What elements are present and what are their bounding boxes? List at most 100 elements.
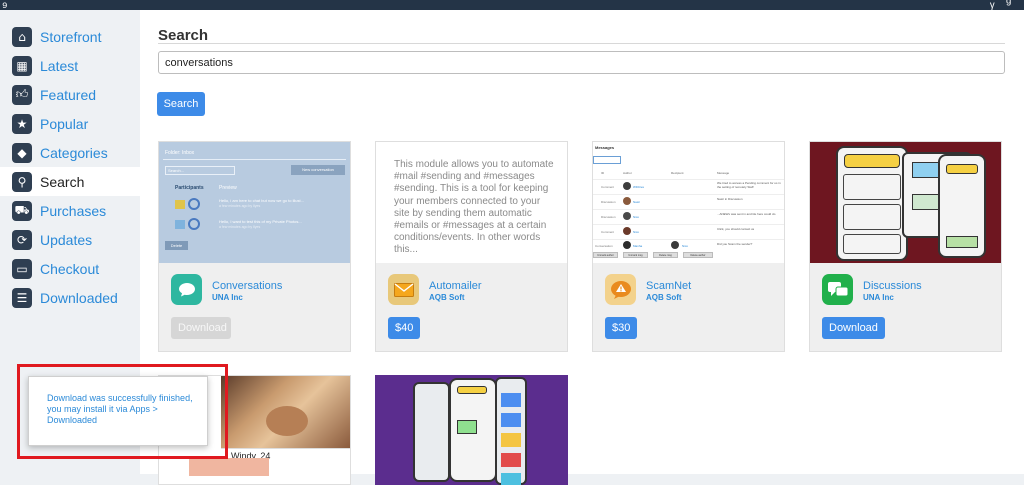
thumb-avatar xyxy=(623,182,631,190)
thumb-cell: Comment xyxy=(601,230,615,234)
app-card-purple[interactable] xyxy=(375,375,568,485)
photo-detail xyxy=(266,406,308,436)
thumb-avatar xyxy=(175,220,185,229)
thumb-delete: Delete xyxy=(165,241,188,250)
thumb-col: Author xyxy=(623,171,632,175)
thumb-search xyxy=(593,156,621,164)
thumb-avatar xyxy=(671,241,679,249)
sidebar-item-label: Checkout xyxy=(40,260,100,277)
chat-bubble-icon xyxy=(171,274,202,305)
app-card-discussions[interactable]: Discussions UNA Inc Download xyxy=(809,141,1002,352)
sidebar-item-latest[interactable]: ▦ Latest xyxy=(0,51,140,80)
credit-card-icon: ▭ xyxy=(12,258,32,279)
phone-block xyxy=(946,236,978,248)
app-vendor[interactable]: UNA Inc xyxy=(212,293,243,302)
row-divider xyxy=(593,179,784,180)
phone-mockup xyxy=(836,146,908,261)
app-name[interactable]: Automailer xyxy=(429,280,482,292)
refresh-icon: ⟳ xyxy=(12,229,32,250)
thumb-cell: ...ANEWs was sent in and tile here could… xyxy=(717,212,776,216)
thumb-cell: Nasir in Discussion xyxy=(717,197,743,201)
phone-header xyxy=(946,164,978,174)
sidebar-item-label: Purchases xyxy=(40,202,107,219)
app-description-panel: This module allows you to automate #mail… xyxy=(376,142,567,263)
sidebar-item-storefront[interactable]: ⌂ Storefront xyxy=(0,22,140,51)
app-screenshot: Folder: Inbox Search... New conversation… xyxy=(159,142,350,263)
thumb-title: Folder: Inbox xyxy=(165,150,195,156)
thumb-cell: Manha xyxy=(633,244,643,248)
thumb-button: Delete author xyxy=(683,252,713,258)
tag-icon: ◆ xyxy=(12,142,32,163)
thumb-cell: Conversation xyxy=(595,244,613,248)
thumb-cell: Nasir xyxy=(633,200,641,204)
phone-tile xyxy=(501,393,521,407)
download-button[interactable]: Download xyxy=(822,317,885,339)
app-vendor[interactable]: AQB Soft xyxy=(646,293,682,302)
price-button[interactable]: $30 xyxy=(605,317,638,339)
thumb-row-text: Hello, i am here to chat but now we go t… xyxy=(219,198,304,203)
thumb-avatar xyxy=(623,227,631,235)
thumb-avatar xyxy=(623,197,631,205)
cart-icon: ⛟ xyxy=(12,200,32,221)
phone-header xyxy=(844,154,900,168)
row-divider xyxy=(593,239,784,240)
thumb-row-meta: a few minutes ago by Ilyes xyxy=(219,225,261,229)
price-button[interactable]: $40 xyxy=(388,317,421,339)
sidebar-item-updates[interactable]: ⟳ Updates xyxy=(0,225,140,254)
app-vendor[interactable]: UNA Inc xyxy=(863,293,894,302)
sidebar-item-purchases[interactable]: ⛟ Purchases xyxy=(0,196,140,225)
row-divider xyxy=(593,194,784,195)
warning-bubble-icon xyxy=(605,274,636,305)
sidebar-item-label: Categories xyxy=(40,144,108,161)
thumb-cell: Discussion xyxy=(601,215,616,219)
thumb-row-text: Hello, I want to test this of my Private… xyxy=(219,219,302,224)
phone-mockup xyxy=(495,377,527,485)
thumb-button: Unmark author xyxy=(593,252,618,258)
chat-bubbles-icon xyxy=(822,274,853,305)
app-name[interactable]: Discussions xyxy=(863,280,922,292)
download-button: Download xyxy=(171,317,231,339)
sidebar-item-search[interactable]: ⚲ Search xyxy=(0,167,140,196)
app-vendor[interactable]: AQB Soft xyxy=(429,293,465,302)
app-name[interactable]: Conversations xyxy=(212,280,282,292)
search-button[interactable]: Search xyxy=(157,92,205,116)
thumb-cell: Did you Scam the sender? xyxy=(717,242,753,246)
thumb-col-preview: Preview xyxy=(219,185,237,191)
phone-tile xyxy=(501,473,521,485)
sidebar-item-label: Latest xyxy=(40,57,79,74)
phone-block xyxy=(843,204,901,230)
page-title: Search xyxy=(158,27,209,44)
thumb-title: Messages xyxy=(595,145,615,150)
user-icon-fragment[interactable]: ᵧ xyxy=(990,0,995,10)
phone-block xyxy=(457,420,477,434)
sidebar-item-checkout[interactable]: ▭ Checkout xyxy=(0,254,140,283)
row-divider xyxy=(593,209,784,210)
app-card-automailer[interactable]: This module allows you to automate #mail… xyxy=(375,141,568,352)
thumb-cell: Discussion xyxy=(601,200,616,204)
phone-tile xyxy=(501,433,521,447)
thumb-avatar xyxy=(188,198,200,210)
sidebar-item-categories[interactable]: ◆ Categories xyxy=(0,138,140,167)
thumb-button: Unmark msg xyxy=(623,252,648,258)
thumb-col-participants: Participants xyxy=(175,185,204,191)
app-screenshot: Messages ID Author Recipient Message Com… xyxy=(593,142,784,263)
thumb-row-meta: a few minutes ago by Ilyes xyxy=(219,204,261,208)
app-name[interactable]: ScamNet xyxy=(646,280,691,292)
top-bar: ₉ ᵧ ᵍ xyxy=(0,0,1024,10)
thumb-cell: Comment xyxy=(601,185,615,189)
sidebar-item-popular[interactable]: ★ Popular xyxy=(0,109,140,138)
sidebar-item-downloaded[interactable]: ☰ Downloaded xyxy=(0,283,140,312)
thumb-new-button: New conversation xyxy=(291,165,345,175)
phone-tile xyxy=(501,453,521,467)
sidebar-item-featured[interactable]: 👍︎ Featured xyxy=(0,80,140,109)
app-card-scamnet[interactable]: Messages ID Author Recipient Message Com… xyxy=(592,141,785,352)
thumb-cell: We tried to access a Pending comment for… xyxy=(717,181,781,189)
settings-icon-fragment[interactable]: ᵍ xyxy=(1006,0,1011,10)
search-icon: ⚲ xyxy=(12,171,32,192)
star-icon: ★ xyxy=(12,113,32,134)
thumb-cell: Nico xyxy=(633,215,640,219)
app-card-conversations[interactable]: Folder: Inbox Search... New conversation… xyxy=(158,141,351,352)
thumb-cell: Nico xyxy=(682,244,689,248)
phone-tile xyxy=(501,413,521,427)
search-input[interactable] xyxy=(158,51,1005,74)
